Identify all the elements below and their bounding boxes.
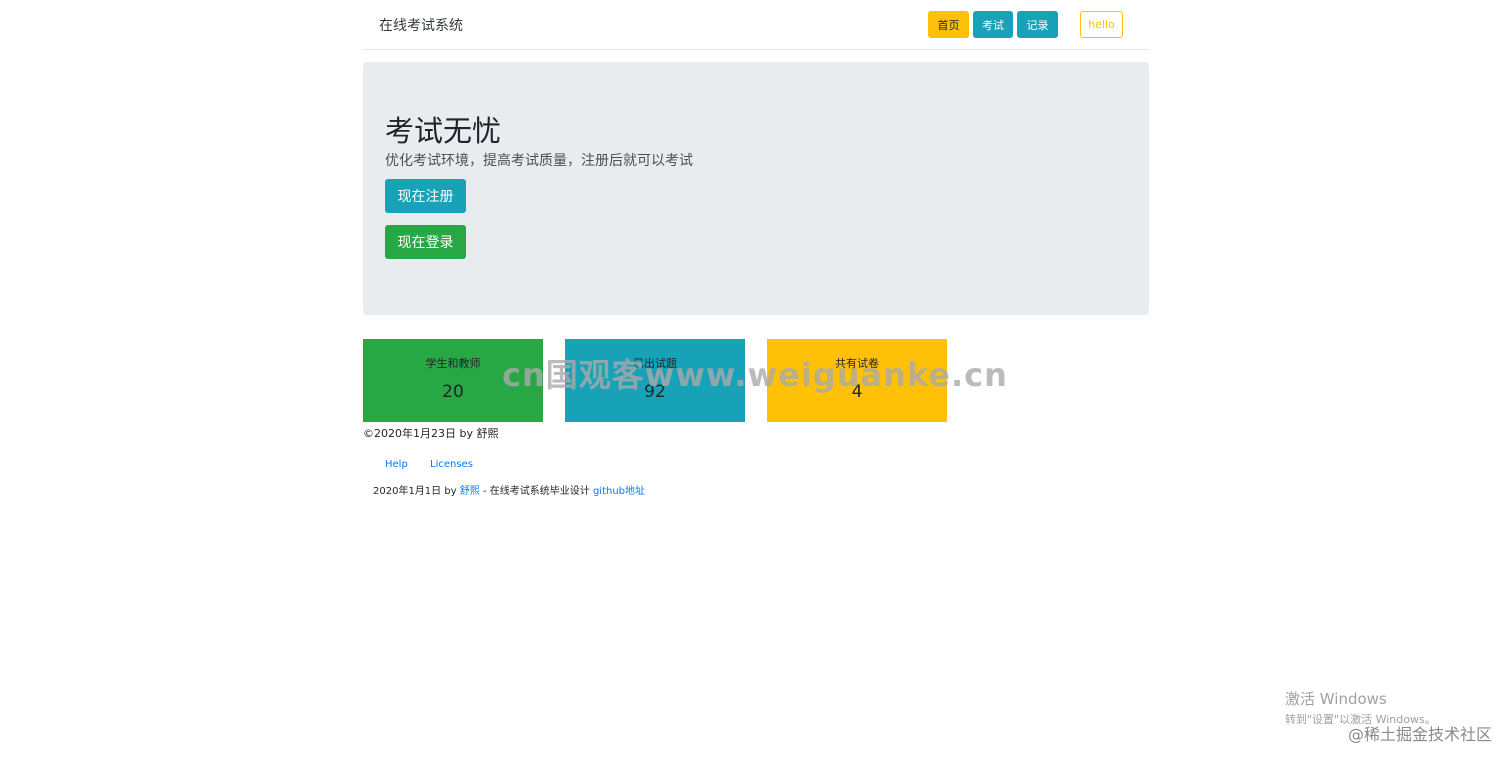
footer-links: Help Licenses <box>385 459 492 470</box>
hero-title: 考试无忧 <box>385 114 502 148</box>
windows-activation-sub: 转到"设置"以激活 Windows。 <box>1285 713 1436 726</box>
author-link[interactable]: 舒熙 <box>460 486 480 497</box>
top-navbar: 在线考试系统 首页 考试 记录 hello <box>363 0 1149 50</box>
stat-label: 共有试卷 <box>835 357 879 370</box>
help-link[interactable]: Help <box>385 459 408 470</box>
github-link[interactable]: github地址 <box>593 486 645 497</box>
stat-label: 已出试题 <box>633 357 677 370</box>
footer-middle-text: - 在线考试系统毕业设计 <box>479 486 593 497</box>
brand-title[interactable]: 在线考试系统 <box>379 15 463 35</box>
juejin-watermark: @稀土掘金技术社区 <box>1347 725 1492 744</box>
windows-activation-notice: 激活 Windows 转到"设置"以激活 Windows。 <box>1285 688 1436 727</box>
stat-card-exams: 已出试题 92 <box>565 339 745 422</box>
hero-subtitle: 优化考试环境，提高考试质量，注册后就可以考试 <box>385 153 693 169</box>
footer-date-text: 2020年1月1日 by <box>373 486 460 497</box>
stat-value: 4 <box>851 382 863 402</box>
footer-credits: 2020年1月1日 by 舒熙 - 在线考试系统毕业设计 github地址 <box>373 482 645 497</box>
user-button[interactable]: hello <box>1080 11 1123 38</box>
stat-label: 学生和教师 <box>425 357 481 370</box>
home-button[interactable]: 首页 <box>928 11 969 38</box>
stat-value: 20 <box>442 382 464 402</box>
stat-card-papers: 共有试卷 4 <box>767 339 947 422</box>
stat-card-students: 学生和教师 20 <box>363 339 543 422</box>
stat-value: 92 <box>644 382 666 402</box>
login-button[interactable]: 现在登录 <box>385 225 466 259</box>
record-button[interactable]: 记录 <box>1017 11 1058 38</box>
windows-activation-title: 激活 Windows <box>1285 690 1387 708</box>
licenses-link[interactable]: Licenses <box>430 459 473 470</box>
hero-jumbotron: 考试无忧 优化考试环境，提高考试质量，注册后就可以考试 现在注册 现在登录 <box>363 62 1149 315</box>
register-button[interactable]: 现在注册 <box>385 179 466 213</box>
exam-button[interactable]: 考试 <box>973 11 1013 38</box>
copyright-text: ©2020年1月23日 by 舒熙 <box>363 427 499 440</box>
